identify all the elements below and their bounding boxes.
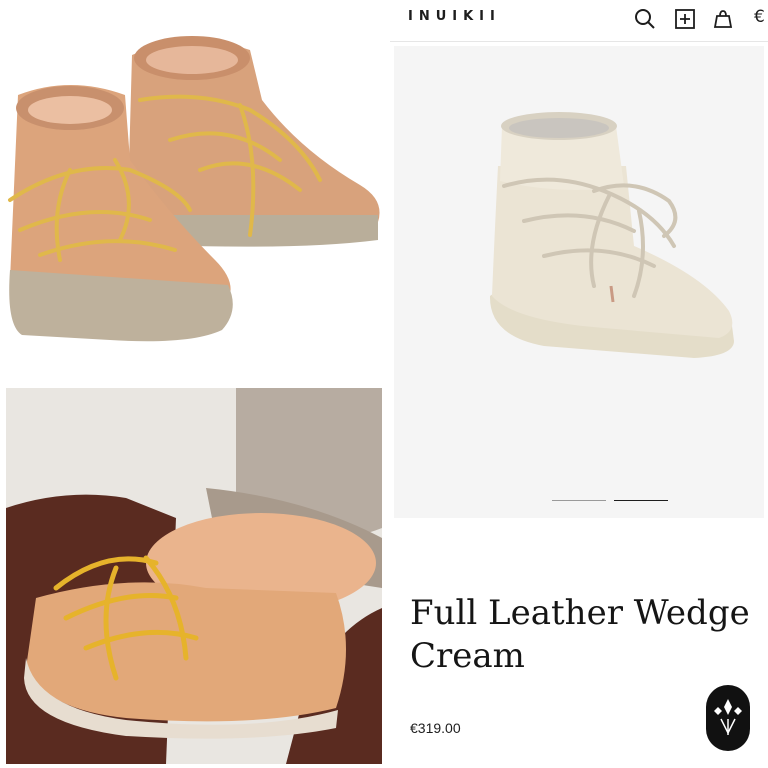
top-navigation-bar: INUIKII €: [390, 0, 768, 42]
product-price: €319.00: [410, 720, 461, 736]
product-image-gallery[interactable]: [394, 46, 764, 518]
gallery-indicator-2[interactable]: [614, 500, 668, 501]
currency-selector[interactable]: €: [754, 6, 765, 28]
product-photo-worn: [6, 388, 382, 764]
diamond-logo-icon: [714, 699, 742, 735]
product-title-line-1: Full Leather Wedge: [410, 593, 750, 633]
cream-boot-image: [489, 112, 734, 358]
tan-boots-illustration: [0, 0, 388, 380]
gallery-indicator-1[interactable]: [552, 500, 606, 501]
app-screen: INUIKII € Full Leather Wedge Cream €319.…: [390, 0, 768, 768]
search-icon[interactable]: [634, 8, 656, 30]
product-title: Full Leather Wedge Cream: [410, 592, 766, 678]
plus-box-icon[interactable]: [674, 8, 696, 30]
product-title-line-2: Cream: [410, 636, 525, 676]
bag-icon[interactable]: [712, 8, 734, 30]
brand-logo[interactable]: INUIKII: [408, 9, 501, 24]
worn-boot-illustration: [6, 388, 382, 764]
assistant-chat-button[interactable]: [706, 685, 750, 751]
product-photo-tan-pair: [0, 0, 388, 380]
